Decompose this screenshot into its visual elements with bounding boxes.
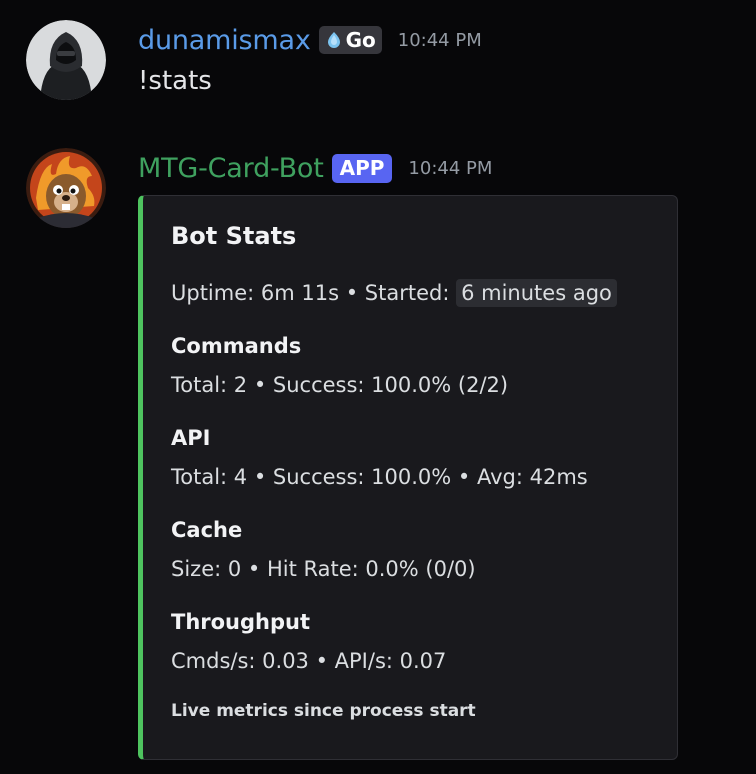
field-commands-value: Total: 2 • Success: 100.0% (2/2)	[171, 373, 509, 397]
username[interactable]: dunamismax	[138, 25, 311, 56]
field-cache-value: Size: 0 • Hit Rate: 0.0% (0/0)	[171, 557, 476, 581]
embed-footer: Live metrics since process start	[171, 701, 476, 721]
stats-embed: Bot Stats Uptime: 6m 11s • Started: 6 mi…	[138, 195, 678, 760]
started-timestamp[interactable]: 6 minutes ago	[456, 279, 617, 307]
uptime-line: Uptime: 6m 11s • Started: 6 minutes ago	[171, 279, 617, 307]
server-tag-label: Go	[345, 28, 376, 52]
field-throughput-name: Throughput	[171, 610, 311, 634]
field-api-value: Total: 4 • Success: 100.0% • Avg: 42ms	[171, 465, 588, 489]
message-content: !stats	[138, 66, 212, 96]
field-cache-name: Cache	[171, 518, 243, 542]
uptime-text: Uptime: 6m 11s • Started:	[171, 281, 450, 305]
crystal-drop-icon	[327, 32, 340, 48]
field-commands-name: Commands	[171, 334, 302, 358]
server-tag[interactable]: Go	[318, 26, 382, 54]
timestamp[interactable]: 10:44 PM	[408, 158, 492, 179]
app-badge: APP	[331, 153, 393, 183]
bot-username[interactable]: MTG-Card-Bot	[138, 153, 324, 184]
bot-avatar[interactable]	[26, 148, 106, 228]
message-header: MTG-Card-Bot APP 10:44 PM	[138, 150, 492, 186]
field-api-name: API	[171, 426, 211, 450]
timestamp[interactable]: 10:44 PM	[398, 30, 482, 51]
embed-title: Bot Stats	[171, 222, 297, 250]
message-header: dunamismax Go 10:44 PM	[138, 22, 482, 58]
user-avatar[interactable]	[26, 20, 106, 100]
field-throughput-value: Cmds/s: 0.03 • API/s: 0.07	[171, 649, 447, 673]
